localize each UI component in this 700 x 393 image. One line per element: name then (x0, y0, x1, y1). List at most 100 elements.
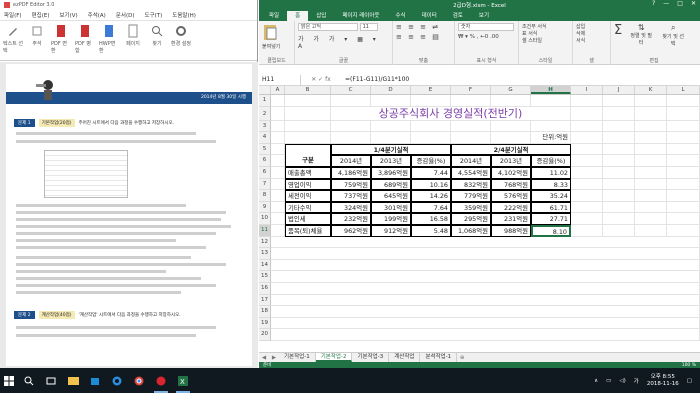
align-buttons[interactable]: ≡ ≡ ≡ ⇌ (396, 23, 451, 31)
cell-value[interactable]: 232억원 (331, 213, 371, 225)
name-box[interactable]: H11 (259, 74, 301, 85)
volume-icon[interactable]: ◁) (619, 378, 625, 384)
tab-view[interactable]: 보기 (471, 11, 497, 21)
cell-value[interactable]: 8.33 (531, 178, 571, 191)
row-header[interactable]: 6 (259, 166, 271, 179)
menu-annot[interactable]: 주석(A) (88, 11, 106, 19)
header-2013-q1[interactable]: 2013년 (371, 155, 411, 167)
cell-value[interactable]: 4,554억원 (451, 166, 491, 179)
format-cell-button[interactable]: 서식 (576, 37, 607, 44)
tray-chevron-icon[interactable]: ∧ (594, 378, 598, 384)
row-header[interactable]: 4 (259, 132, 271, 144)
cell-value[interactable]: 295억원 (451, 213, 491, 225)
sheet-tab[interactable]: 분석작업-1 (420, 353, 458, 362)
menu-edit[interactable]: 편집(E) (32, 11, 50, 19)
cell-value[interactable]: 35.24 (531, 190, 571, 202)
tool-find[interactable]: 찾기 (147, 24, 167, 47)
col-header-f[interactable]: F (451, 86, 491, 94)
cell-value[interactable]: 689억원 (371, 178, 411, 191)
cell-value[interactable]: 1,068억원 (451, 224, 491, 237)
col-header-e[interactable]: E (411, 86, 451, 94)
tool-select-text[interactable]: 텍스트 선택 (3, 24, 23, 54)
pdf-document-area[interactable]: 2014년 8월 30일 시행 문제 1 기본작업(20점) 주어진 시트에서 … (0, 62, 258, 368)
number-format-select[interactable]: 숫자 (458, 23, 514, 31)
header-2013-q2[interactable]: 2013년 (491, 155, 531, 167)
cell-value[interactable]: 61.71 (531, 201, 571, 214)
excel-taskbar-button[interactable]: X (175, 368, 191, 393)
tab-review[interactable]: 검토 (445, 11, 471, 21)
header-group[interactable]: 구분 (285, 155, 331, 167)
cell-name[interactable]: 품목(퇴)체율 (285, 224, 331, 237)
col-header-b[interactable]: B (285, 86, 331, 94)
col-header-h[interactable]: H (531, 86, 571, 94)
cell-value[interactable]: 222억원 (491, 201, 531, 214)
paste-icon[interactable] (262, 23, 278, 41)
tool-page[interactable]: 페이지 (123, 24, 143, 47)
row-header[interactable]: 2 (259, 106, 271, 121)
font-size-select[interactable]: 11 (359, 23, 378, 31)
menu-tools[interactable]: 도구(T) (145, 11, 163, 19)
cell-value[interactable]: 988억원 (491, 224, 531, 237)
row-header[interactable]: 11 (259, 224, 271, 237)
tab-formulas[interactable]: 수식 (387, 11, 413, 21)
row-header[interactable]: 9 (259, 201, 271, 214)
autosum-icon[interactable]: Σ (614, 23, 622, 47)
spreadsheet-grid[interactable]: A B C D E F G H I J K L 1 2 상공주식회사 경영실적(… (259, 86, 700, 341)
cell-name[interactable]: 기타수익 (285, 201, 331, 214)
sheet-tab[interactable]: 기본작업-1 (279, 353, 316, 362)
cell-value[interactable]: 7.64 (411, 201, 451, 214)
cell-name[interactable]: 법인세 (285, 213, 331, 225)
cell-value[interactable]: 27.71 (531, 213, 571, 225)
header-rate-q1[interactable]: 증감율(%) (411, 155, 451, 167)
header-rate-q2[interactable]: 증감율(%) (531, 155, 571, 167)
cell-value[interactable]: 768억원 (491, 178, 531, 191)
col-header-c[interactable]: C (331, 86, 371, 94)
cell-value[interactable]: 231억원 (491, 213, 531, 225)
cell-value[interactable]: 912억원 (371, 224, 411, 237)
notification-icon[interactable]: ▢ (687, 378, 692, 384)
store-button[interactable] (87, 368, 103, 393)
table-format-button[interactable]: 표 서식 (522, 30, 569, 37)
cell-value[interactable]: 4,102억원 (491, 166, 531, 179)
next-sheet-icon[interactable]: ▶ (269, 355, 279, 361)
tab-data[interactable]: 데이터 (414, 11, 445, 21)
unit-cell[interactable]: 단위:억원 (531, 132, 571, 144)
header-q1[interactable]: 1/4분기실적 (331, 143, 451, 156)
header-q2[interactable]: 2/4분기실적 (451, 143, 571, 156)
delete-cell-button[interactable]: 삭제 (576, 30, 607, 37)
pdf-taskbar-button[interactable] (153, 368, 169, 393)
header-2014-q1[interactable]: 2014년 (331, 155, 371, 167)
edge-button[interactable] (109, 368, 125, 393)
tab-insert[interactable]: 삽입 (308, 11, 334, 21)
cell-value[interactable]: 759억원 (331, 178, 371, 191)
tab-home[interactable]: 홈 (287, 11, 309, 21)
number-buttons[interactable]: ₩ ▾ % , ←0 .00 (458, 34, 515, 40)
row-header[interactable]: 5 (259, 143, 271, 156)
cell-value[interactable]: 7.44 (411, 166, 451, 179)
row-header[interactable]: 6 (259, 155, 271, 167)
sheet-title-cell[interactable]: 상공주식회사 경영실적(전반기) (331, 106, 571, 121)
cell-value[interactable]: 4,186억원 (331, 166, 371, 179)
col-header-g[interactable]: G (491, 86, 531, 94)
cell-value[interactable]: 832억원 (451, 178, 491, 191)
tool-pdf-merge[interactable]: PDF 병합 (75, 24, 95, 54)
cell-value[interactable]: 324억원 (331, 201, 371, 214)
tab-page-layout[interactable]: 페이지 레이아웃 (334, 11, 387, 21)
cell-value[interactable]: 14.26 (411, 190, 451, 202)
clock[interactable]: 오후 8:55 2018-11-16 (647, 374, 679, 388)
row-header[interactable]: 7 (259, 178, 271, 191)
search-button[interactable] (21, 368, 37, 393)
row-header[interactable]: 1 (259, 95, 271, 107)
menu-doc[interactable]: 문서(D) (116, 11, 135, 19)
select-all-corner[interactable] (259, 86, 271, 94)
network-icon[interactable]: ▭ (606, 378, 611, 384)
fx-icon[interactable]: ✕ ✓ fx (301, 76, 341, 83)
minimize-button[interactable]: — (663, 0, 669, 7)
ime-indicator-icon[interactable]: 가 (634, 377, 639, 385)
cell-value[interactable]: 3,896억원 (371, 166, 411, 179)
prev-sheet-icon[interactable]: ◀ (259, 355, 269, 361)
explorer-button[interactable] (65, 368, 81, 393)
conditional-format-button[interactable]: 조건부 서식 (522, 23, 569, 30)
col-header-a[interactable]: A (271, 86, 285, 94)
row-header[interactable]: 10 (259, 213, 271, 225)
